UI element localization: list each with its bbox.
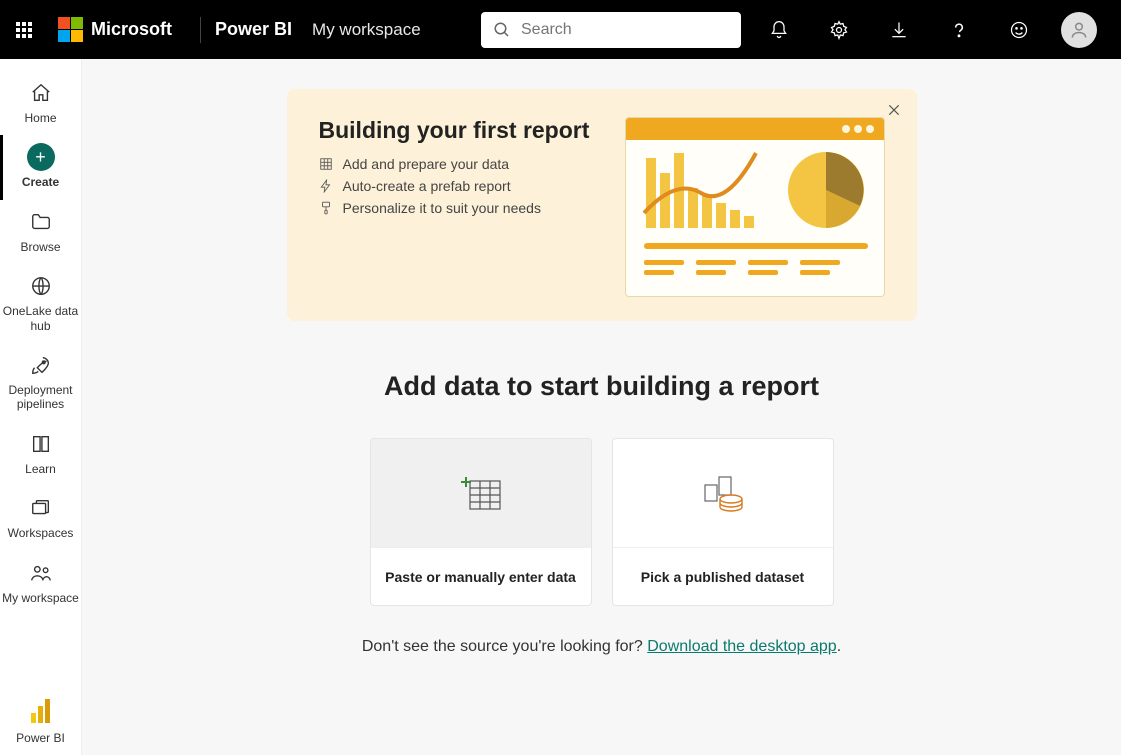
card-label: Paste or manually enter data bbox=[371, 547, 591, 605]
card-label: Pick a published dataset bbox=[613, 547, 833, 605]
notifications-icon[interactable] bbox=[761, 12, 797, 48]
app-launcher-icon[interactable] bbox=[16, 22, 32, 38]
card-paste-data[interactable]: Paste or manually enter data bbox=[370, 438, 592, 606]
dataset-icon bbox=[701, 473, 745, 513]
left-sidebar: Home + Create Browse OneLake data hub De… bbox=[0, 59, 82, 755]
help-icon[interactable] bbox=[941, 12, 977, 48]
book-icon bbox=[27, 430, 55, 458]
banner-step-1: Add and prepare your data bbox=[319, 156, 625, 172]
create-icon: + bbox=[27, 143, 55, 171]
section-heading: Add data to start building a report bbox=[384, 371, 819, 402]
card-pick-dataset[interactable]: Pick a published dataset bbox=[612, 438, 834, 606]
header-actions bbox=[761, 12, 1097, 48]
people-icon bbox=[27, 559, 55, 587]
powerbi-icon bbox=[27, 697, 55, 725]
download-desktop-link[interactable]: Download the desktop app bbox=[647, 638, 836, 655]
sidebar-item-powerbi[interactable]: Power BI bbox=[0, 689, 82, 755]
home-icon bbox=[27, 79, 55, 107]
onelake-icon bbox=[27, 272, 55, 300]
sidebar-item-home[interactable]: Home bbox=[0, 71, 82, 135]
data-source-cards: Paste or manually enter data Pick a publ… bbox=[370, 438, 834, 606]
sidebar-item-browse[interactable]: Browse bbox=[0, 200, 82, 264]
sidebar-item-learn[interactable]: Learn bbox=[0, 422, 82, 486]
workspace-breadcrumb[interactable]: My workspace bbox=[312, 20, 421, 40]
paint-icon bbox=[319, 201, 333, 215]
sidebar-item-deployment[interactable]: Deployment pipelines bbox=[0, 343, 82, 422]
workspaces-icon bbox=[27, 494, 55, 522]
banner-close-button[interactable] bbox=[887, 103, 901, 122]
settings-icon[interactable] bbox=[821, 12, 857, 48]
first-report-banner: Building your first report Add and prepa… bbox=[287, 89, 917, 321]
feedback-icon[interactable] bbox=[1001, 12, 1037, 48]
microsoft-logo[interactable]: Microsoft bbox=[58, 17, 172, 42]
grid-icon bbox=[319, 157, 333, 171]
footer-hint: Don't see the source you're looking for?… bbox=[362, 638, 841, 656]
search-box[interactable] bbox=[481, 12, 741, 48]
divider bbox=[200, 17, 201, 43]
search-input[interactable] bbox=[521, 21, 729, 39]
sidebar-item-onelake[interactable]: OneLake data hub bbox=[0, 264, 82, 343]
product-title[interactable]: Power BI bbox=[215, 19, 292, 40]
banner-step-3: Personalize it to suit your needs bbox=[319, 200, 625, 216]
banner-step-2: Auto-create a prefab report bbox=[319, 178, 625, 194]
main-content: Building your first report Add and prepa… bbox=[82, 59, 1121, 755]
banner-illustration bbox=[625, 117, 885, 297]
table-add-icon bbox=[460, 475, 502, 511]
banner-title: Building your first report bbox=[319, 117, 625, 144]
rocket-icon bbox=[27, 351, 55, 379]
folder-icon bbox=[27, 208, 55, 236]
lightning-icon bbox=[319, 179, 333, 193]
sidebar-item-workspaces[interactable]: Workspaces bbox=[0, 486, 82, 550]
sidebar-item-create[interactable]: + Create bbox=[0, 135, 82, 199]
microsoft-label: Microsoft bbox=[91, 19, 172, 40]
app-header: Microsoft Power BI My workspace bbox=[0, 0, 1121, 59]
download-icon[interactable] bbox=[881, 12, 917, 48]
account-avatar[interactable] bbox=[1061, 12, 1097, 48]
sidebar-item-myworkspace[interactable]: My workspace bbox=[0, 551, 82, 615]
search-icon bbox=[493, 21, 511, 39]
close-icon bbox=[887, 103, 901, 117]
